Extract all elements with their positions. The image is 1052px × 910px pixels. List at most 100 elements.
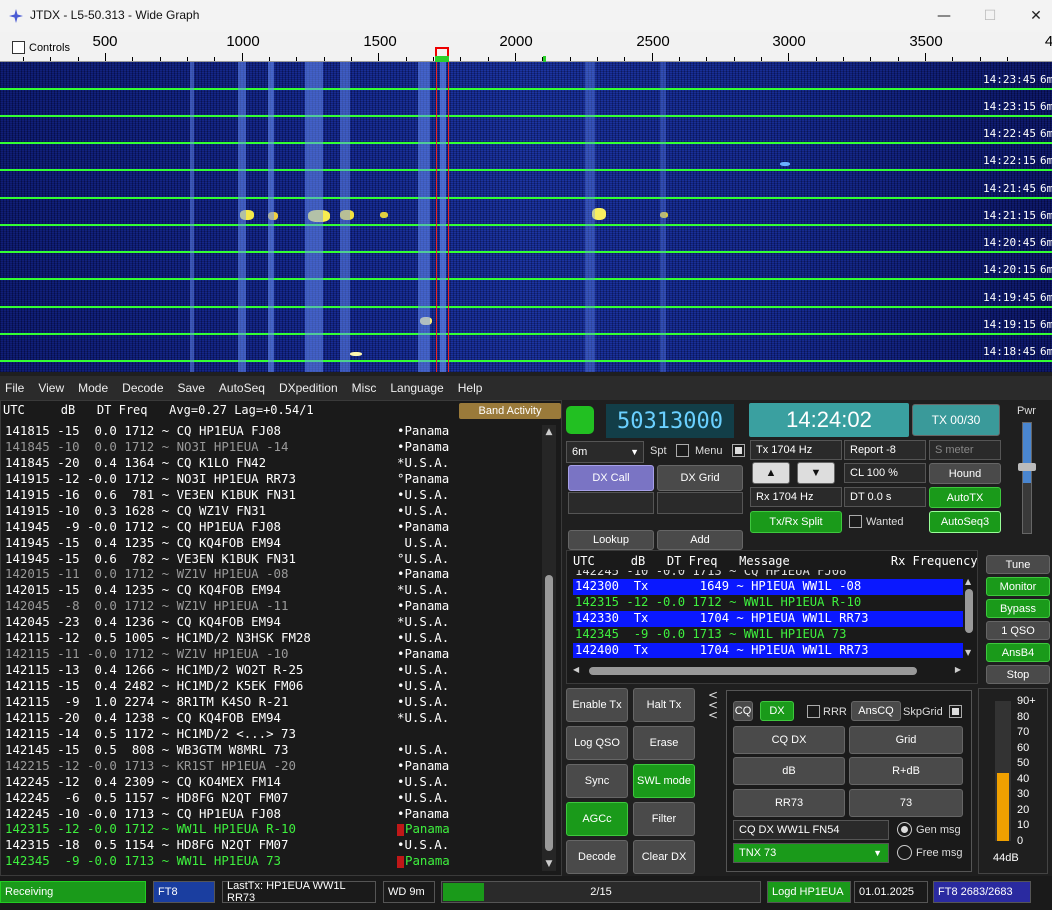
add-button[interactable]: Add bbox=[657, 530, 743, 550]
menu-mode[interactable]: Mode bbox=[78, 381, 108, 395]
cq-dx-button[interactable]: CQ DX bbox=[733, 726, 845, 754]
decode-row[interactable]: 141945 -9 -0.0 1712 ~ CQ HP1EUA FJ08 •Pan… bbox=[5, 519, 450, 535]
side-button-bypass[interactable]: Bypass bbox=[986, 599, 1050, 618]
gen-msg-radio[interactable] bbox=[897, 822, 912, 837]
free-msg-radio[interactable] bbox=[897, 845, 912, 860]
dx-call-field[interactable] bbox=[568, 492, 654, 514]
decode-row[interactable]: 141915 -16 0.6 781 ~ VE3EN K1BUK FN31 •U.… bbox=[5, 487, 450, 503]
scroll-right-icon[interactable]: ▶ bbox=[955, 665, 961, 674]
decode-row[interactable]: 141915 -10 0.3 1628 ~ CQ WZ1V FN31 •U.S.A… bbox=[5, 503, 450, 519]
menu-decode[interactable]: Decode bbox=[122, 381, 163, 395]
rrr-checkbox[interactable] bbox=[807, 705, 820, 718]
decode-row[interactable]: 142145 -15 0.5 808 ~ WB3GTM W8MRL 73 •U.S… bbox=[5, 742, 450, 758]
cl-field[interactable]: CL 100 % bbox=[844, 463, 926, 483]
swl-mode-button[interactable]: SWL mode bbox=[633, 764, 695, 798]
waterfall-display[interactable]: 14:23:45 6m 14:23:15 6m 14:22:45 6m 14:22:15 6m… bbox=[0, 62, 1052, 372]
decode-row[interactable]: 141815 -15 0.0 1712 ~ CQ HP1EUA FJ08 •Pan… bbox=[5, 423, 450, 439]
minimize-button[interactable]: — bbox=[934, 6, 954, 26]
filter-button[interactable]: Filter bbox=[633, 802, 695, 836]
rx-row[interactable]: 142315 -12 -0.0 1712 ~ WW1L HP1EUA R-10 bbox=[573, 595, 963, 611]
controls-toggle[interactable]: Controls bbox=[12, 41, 70, 54]
decode-row[interactable]: 142245 -6 0.5 1157 ~ HD8FG N2QT FM07 •U.S… bbox=[5, 790, 450, 806]
autotx-button[interactable]: AutoTX bbox=[929, 487, 1001, 508]
side-button-1-qso[interactable]: 1 QSO bbox=[986, 621, 1050, 640]
menu-misc[interactable]: Misc bbox=[352, 381, 377, 395]
freq-up-button[interactable]: ▲ bbox=[752, 462, 790, 484]
decode-row[interactable]: 141845 -20 0.4 1364 ~ CQ K1LO FN42 *U.S.A… bbox=[5, 455, 450, 471]
scroll-left-icon[interactable]: ◀ bbox=[573, 665, 579, 674]
side-button-stop[interactable]: Stop bbox=[986, 665, 1050, 684]
tx-arrows-icon[interactable]: < < < bbox=[704, 689, 722, 722]
decode-row[interactable]: 142115 -20 0.4 1238 ~ CQ KQ4FOB EM94 *U.S… bbox=[5, 710, 450, 726]
free-msg-field[interactable]: TNX 73 ▼ bbox=[733, 843, 889, 863]
side-button-ansb4[interactable]: AnsB4 bbox=[986, 643, 1050, 662]
menu-help[interactable]: Help bbox=[458, 381, 483, 395]
decode-row[interactable]: 142215 -12 -0.0 1713 ~ KR1ST HP1EUA -20 •… bbox=[5, 758, 450, 774]
controls-checkbox[interactable] bbox=[12, 41, 25, 54]
spt-checkbox[interactable] bbox=[676, 444, 689, 457]
smeter-field[interactable]: S meter bbox=[929, 440, 1001, 460]
sync-button[interactable]: Sync bbox=[566, 764, 628, 798]
enable-tx-button[interactable]: Enable Tx bbox=[566, 688, 628, 722]
decode-row[interactable]: 142315 -18 0.5 1154 ~ HD8FG N2QT FM07 •U.… bbox=[5, 837, 450, 853]
decode-button[interactable]: Decode bbox=[566, 840, 628, 874]
seventy-three-button[interactable]: 73 bbox=[849, 789, 963, 817]
decode-row[interactable]: 142345 -9 -0.0 1713 ~ WW1L HP1EUA 73 Pana… bbox=[5, 853, 450, 869]
decode-row[interactable]: 141945 -15 0.6 782 ~ VE3EN K1BUK FN31 °U.… bbox=[5, 551, 450, 567]
decode-row[interactable]: 142045 -8 0.0 1712 ~ WZ1V HP1EUA -11 •Pan… bbox=[5, 598, 450, 614]
r-db-button[interactable]: R+dB bbox=[849, 757, 963, 785]
grid-button[interactable]: Grid bbox=[849, 726, 963, 754]
decode-row[interactable]: 141845 -10 0.0 1712 ~ NO3I HP1EUA -14 •Pa… bbox=[5, 439, 450, 455]
rx-row[interactable]: 142330 Tx 1704 ~ HP1EUA WW1L RR73 bbox=[573, 610, 963, 627]
hound-button[interactable]: Hound bbox=[929, 463, 1001, 484]
rx-row[interactable]: 142400 Tx 1704 ~ HP1EUA WW1L RR73 bbox=[573, 642, 963, 659]
rr73-button[interactable]: RR73 bbox=[733, 789, 845, 817]
decode-row[interactable]: 141915 -12 -0.0 1712 ~ NO3I HP1EUA RR73 °… bbox=[5, 471, 450, 487]
scroll-down-icon[interactable]: ▼ bbox=[965, 648, 971, 657]
decode-row[interactable]: 142115 -13 0.4 1266 ~ HC1MD/2 WO2T R-25 •… bbox=[5, 662, 450, 678]
scroll-thumb[interactable] bbox=[545, 575, 553, 851]
skpgrid-checkbox[interactable] bbox=[949, 705, 962, 718]
decode-row[interactable]: 142045 -23 0.4 1236 ~ CQ KQ4FOB EM94 *U.S… bbox=[5, 614, 450, 630]
rx-list[interactable]: 142245 -10 -0.0 1713 ~ CQ HP1EUA FJ08 142… bbox=[573, 570, 963, 659]
decode-scrollbar[interactable]: ▲ ▼ bbox=[542, 425, 556, 871]
tx-frequency-field[interactable]: Tx 1704 Hz bbox=[750, 440, 842, 460]
anscq-button[interactable]: AnsCQ bbox=[851, 701, 901, 721]
menu-save[interactable]: Save bbox=[178, 381, 205, 395]
autoseq-button[interactable]: AutoSeq3 bbox=[929, 511, 1001, 533]
rx-hscroll[interactable]: ◀ ▶ bbox=[573, 665, 961, 677]
decode-row[interactable]: 142015 -15 0.4 1235 ~ CQ KQ4FOB EM94 *U.S… bbox=[5, 582, 450, 598]
dx-call-button[interactable]: DX Call bbox=[568, 465, 654, 491]
scroll-up-icon[interactable]: ▲ bbox=[965, 577, 971, 586]
menu-autoseq[interactable]: AutoSeq bbox=[219, 381, 265, 395]
band-activity-panel[interactable]: UTC dB DT Freq Avg=0.27 Lag=+0.54/1 Band… bbox=[0, 400, 562, 876]
erase-button[interactable]: Erase bbox=[633, 726, 695, 760]
decode-row[interactable]: 142245 -12 0.4 2309 ~ CQ KO4MEX FM14 •U.S… bbox=[5, 774, 450, 790]
maximize-button[interactable]: ☐ bbox=[980, 6, 1000, 26]
menu-view[interactable]: View bbox=[38, 381, 64, 395]
decode-row[interactable]: 142115 -9 1.0 2274 ~ 8R1TM K4SO R-21 •U.S… bbox=[5, 694, 450, 710]
decode-row[interactable]: 142115 -11 -0.0 1712 ~ WZ1V HP1EUA -10 •P… bbox=[5, 646, 450, 662]
decode-row[interactable]: 142015 -11 0.0 1712 ~ WZ1V HP1EUA -08 •Pa… bbox=[5, 566, 450, 582]
halt-tx-button[interactable]: Halt Tx bbox=[633, 688, 695, 722]
power-slider-handle[interactable] bbox=[1018, 463, 1036, 471]
gen-msg-field[interactable]: CQ DX WW1L FN54 bbox=[733, 820, 889, 840]
dx-button[interactable]: DX bbox=[760, 701, 794, 721]
rx-frequency-panel[interactable]: UTC dB DT Freq Message Rx Frequency 1422… bbox=[566, 550, 978, 684]
rx-frequency-field[interactable]: Rx 1704 Hz bbox=[750, 487, 842, 507]
decode-row[interactable]: 141945 -15 0.4 1235 ~ CQ KQ4FOB EM94 U.S… bbox=[5, 535, 450, 551]
side-button-monitor[interactable]: Monitor bbox=[986, 577, 1050, 596]
decode-row[interactable]: 142115 -12 0.5 1005 ~ HC1MD/2 N3HSK FM28… bbox=[5, 630, 450, 646]
scroll-up-icon[interactable]: ▲ bbox=[542, 427, 556, 437]
log-qso-button[interactable]: Log QSO bbox=[566, 726, 628, 760]
decode-row[interactable]: 142315 -12 -0.0 1712 ~ WW1L HP1EUA R-10 P… bbox=[5, 821, 450, 837]
wanted-checkbox[interactable] bbox=[849, 515, 862, 528]
cq-button[interactable]: CQ bbox=[733, 701, 753, 721]
agcc-button[interactable]: AGCc bbox=[566, 802, 628, 836]
rx-row[interactable]: 142300 Tx 1649 ~ HP1EUA WW1L -08 bbox=[573, 579, 963, 595]
hscroll-thumb[interactable] bbox=[589, 667, 917, 675]
rx-row[interactable]: 142245 -10 -0.0 1713 ~ CQ HP1EUA FJ08 bbox=[573, 570, 963, 579]
freq-down-button[interactable]: ▼ bbox=[797, 462, 835, 484]
report-field[interactable]: Report -8 bbox=[844, 440, 926, 460]
lookup-button[interactable]: Lookup bbox=[568, 530, 654, 550]
